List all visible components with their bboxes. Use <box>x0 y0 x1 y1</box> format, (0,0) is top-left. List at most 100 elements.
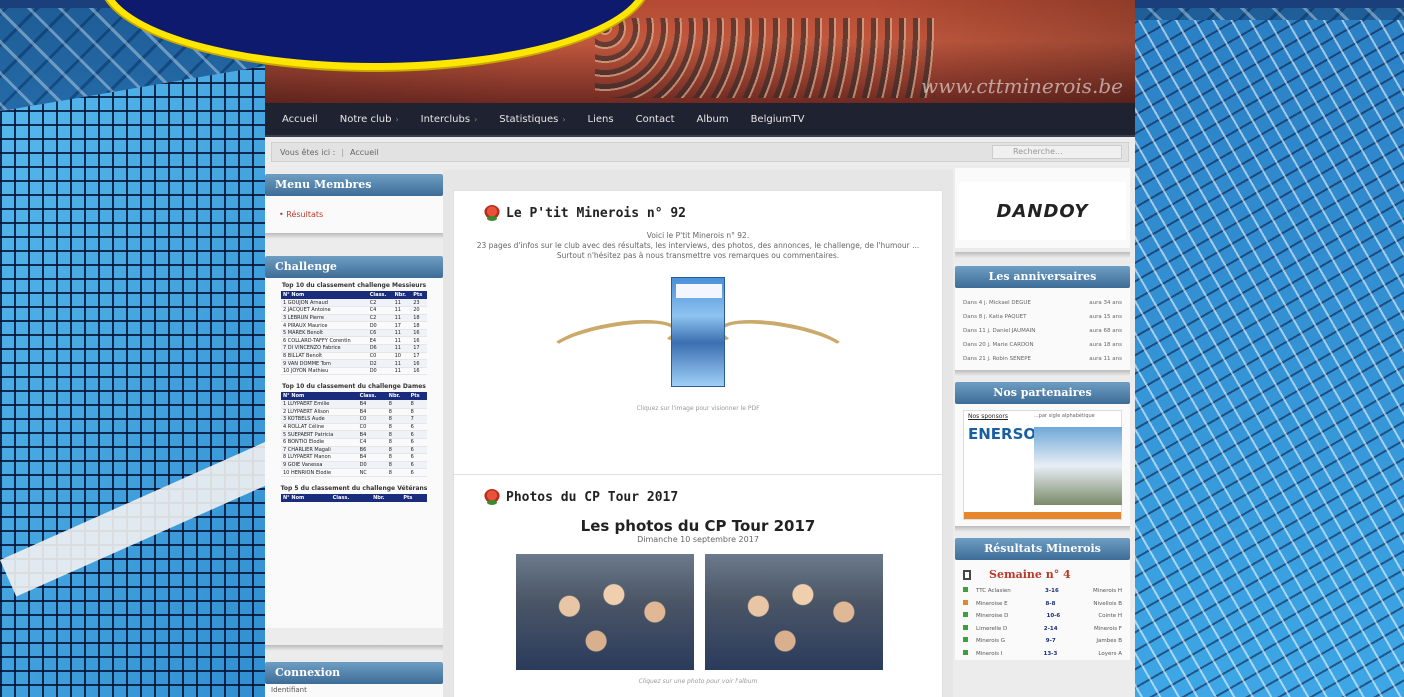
table-cell: 8 BILLAT Benoît <box>281 352 368 361</box>
table-row: 4 PIRAUX Maurice D0 17 18 <box>281 321 427 330</box>
result-status-icon <box>963 637 968 642</box>
nav-item-liens[interactable]: Liens <box>577 114 625 125</box>
partners-banner[interactable]: Nos sponsors ...par sigle alphabétique E… <box>963 410 1122 520</box>
table-cell: 8 <box>408 400 427 409</box>
result-row[interactable]: Minerois G 9-7 Jambes B <box>963 635 1122 648</box>
table-cell: 8 <box>386 400 409 409</box>
table-header-cell: Class. <box>330 493 372 502</box>
table-header-cell: Pts <box>411 291 427 299</box>
table-cell: C4 <box>367 306 393 315</box>
article-caption: Cliquez sur l'image pour visionner le PD… <box>636 405 760 412</box>
nav-item-contact[interactable]: Contact <box>625 114 686 125</box>
result-home-team: TTC Aclasien <box>976 588 1011 594</box>
table-cell: 11 <box>392 306 412 315</box>
nav-item-interclubs[interactable]: Interclubs › <box>410 114 489 125</box>
members-menu-title: Menu Membres <box>265 174 443 196</box>
result-home-team: Minerois G <box>976 638 1006 644</box>
result-away-team: Loyers A <box>1098 650 1122 657</box>
result-row[interactable]: Mineroise E 8-8 Nivellois B <box>963 598 1122 611</box>
birthday-row: Dans 11 j. Daniel JAUMAIN aura 68 ans <box>963 324 1122 338</box>
partner-footer-bar <box>964 512 1121 519</box>
nav-item-album[interactable]: Album <box>686 114 740 125</box>
breadcrumb: Vous êtes ici : | Accueil Recherche... <box>271 142 1129 162</box>
table-cell: 1 LUYPAERT Emilie <box>281 400 358 409</box>
table-row: 5 SUEPAERT Patricia B4 8 6 <box>281 430 427 439</box>
partners-tag: Nos sponsors <box>968 413 1008 420</box>
result-row[interactable]: Limerelle D 2-14 Minerois F <box>963 623 1122 636</box>
result-away-team: Minerois F <box>1094 625 1122 632</box>
table-cell: 10 <box>392 352 412 361</box>
table-cell: 6 <box>408 438 427 447</box>
right-column: DANDOY Les anniversaires Dans 4 j. Micka… <box>955 168 1130 664</box>
birthdays-list: Dans 4 j. Mickael DEGUE aura 34 ans Dans 8… <box>955 288 1130 370</box>
table-cell: 4 PIRAUX Maurice <box>281 321 368 330</box>
main-content: Le P'tit Minerois n° 92 Voici le P'tit M… <box>443 170 953 697</box>
table-cell: 2 JACQUET Antoine <box>281 306 368 315</box>
article-title[interactable]: Le P'tit Minerois n° 92 <box>506 206 686 221</box>
table-cell: D2 <box>367 359 393 368</box>
dandoy-logo[interactable]: DANDOY <box>959 182 1126 240</box>
calendar-icon[interactable] <box>963 569 971 580</box>
result-row[interactable]: Minerois I 13-3 Loyers A <box>963 648 1122 661</box>
article-line: Surtout n'hésitez pas à nous transmettre… <box>556 251 840 260</box>
table-cell: 11 <box>392 344 412 353</box>
table-row: 8 BILLAT Benoît C0 10 17 <box>281 352 427 361</box>
article-title[interactable]: Photos du CP Tour 2017 <box>506 490 678 505</box>
table-cell: 7 CHARLIER Magali <box>281 446 358 455</box>
table-cell: 6 COLLARD-TAFFY Corentin <box>281 336 368 346</box>
magazine-cover-image[interactable] <box>671 277 725 387</box>
login-username-label: Identifiant <box>271 686 307 694</box>
search-input[interactable]: Recherche... <box>992 145 1122 159</box>
table-header-cell: Nbr. <box>392 291 412 299</box>
nav-item-belgiumtv[interactable]: BelgiumTV <box>740 114 816 125</box>
table-header-cell: Class. <box>367 291 393 299</box>
table-row: 3 LEBRUN Pierre C2 11 18 <box>281 314 427 323</box>
article-body: Voici le P'tit Minerois n° 92. 23 pages … <box>454 231 942 261</box>
tennis-net-background-left <box>0 60 300 697</box>
result-home-team: Limerelle D <box>976 625 1008 632</box>
challenge-women-table: N° Nom Class. Nbr. Pts 1 LUYPAERT Emilie B4 8 8… <box>281 392 427 477</box>
table-row: 1 LUYPAERT Emilie B4 8 8 <box>281 400 427 409</box>
results-title: Résultats Minerois <box>955 538 1130 560</box>
result-row[interactable]: Mineroise D 10-6 Cointe H <box>963 610 1122 623</box>
nav-item-notre-club[interactable]: Notre club › <box>329 114 410 125</box>
box-footer <box>265 233 443 239</box>
table-cell: D0 <box>367 321 393 330</box>
result-away-team: Jambes B <box>1096 638 1122 644</box>
table-cell: 2 LUYPAERT Alison <box>281 408 358 417</box>
table-cell: 17 <box>411 352 427 361</box>
breadcrumb-separator: | <box>341 147 345 157</box>
table-row: 5 MAREK Benoît C6 11 16 <box>281 329 427 338</box>
table-header-cell: Nbr. <box>386 392 409 401</box>
result-row[interactable]: TTC Aclasien 3-16 Minerois H <box>963 585 1122 598</box>
box-footer <box>265 645 443 651</box>
table-row: 8 LUYPAERT Manon B4 8 6 <box>281 453 427 462</box>
table-cell: 10 JOYON Mathieu <box>281 367 368 376</box>
table-cell: C0 <box>357 415 387 424</box>
birthday-age: aura 18 ans <box>1089 342 1122 348</box>
box-footer <box>955 252 1130 258</box>
nav-item-accueil[interactable]: Accueil <box>271 114 329 125</box>
sponsor-box: DANDOY <box>955 168 1130 248</box>
result-status-icon <box>963 612 968 617</box>
results-list: TTC Aclasien 3-16 Minerois H Mineroise E 8-8… <box>955 585 1130 660</box>
table-cell: B6 <box>357 446 387 455</box>
challenge-title: Challenge <box>265 256 443 278</box>
results-link[interactable]: Résultats <box>265 196 443 233</box>
breadcrumb-current[interactable]: Accueil <box>350 148 379 157</box>
album-photo[interactable] <box>705 554 883 670</box>
table-header-cell: N° Nom <box>281 392 358 401</box>
table-cell: 1 GOUJON Arnaud <box>281 299 368 308</box>
table-cell: D0 <box>357 461 387 470</box>
table-cell: C4 <box>357 438 387 447</box>
table-cell: 10 HENRION Elodie <box>281 468 358 477</box>
table-row: 2 LUYPAERT Alison B4 8 8 <box>281 408 427 417</box>
box-footer <box>955 370 1130 376</box>
nav-item-statistiques[interactable]: Statistiques › <box>488 114 576 125</box>
team-photo-crowd <box>595 18 935 98</box>
result-status-icon <box>963 599 968 605</box>
result-score: 13-3 <box>1043 650 1058 657</box>
rose-icon <box>484 205 500 221</box>
table-cell: 6 <box>408 453 427 462</box>
album-photo[interactable] <box>516 554 694 670</box>
